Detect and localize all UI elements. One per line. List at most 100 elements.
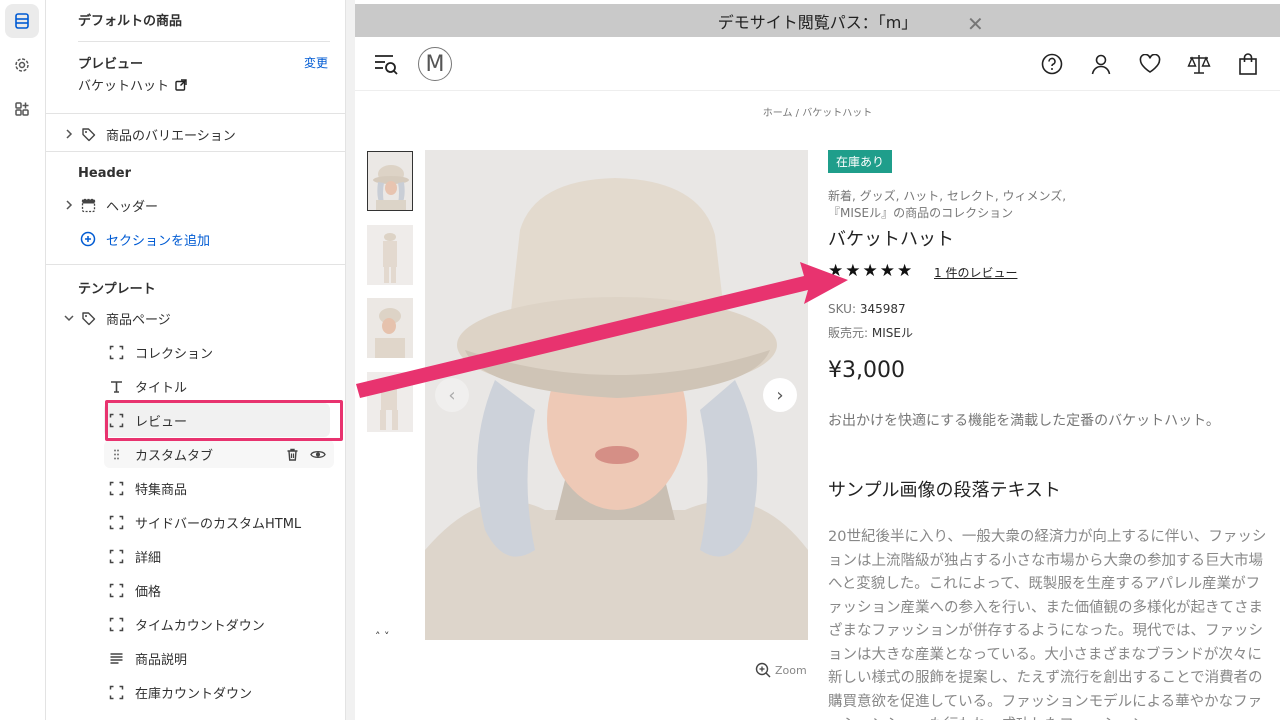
sku-row: SKU: 345987 [828, 302, 906, 316]
block-label: 詳細 [135, 550, 162, 566]
review-count-link[interactable]: 1 件のレビュー [934, 264, 1017, 281]
block-icon [108, 582, 124, 598]
preview-product-name: バケットハット [78, 79, 170, 94]
block-row[interactable]: 価格 [46, 577, 345, 603]
block-row[interactable]: タイムカウントダウン [46, 611, 345, 637]
product-page-label: 商品ページ [106, 312, 171, 328]
tag-icon [80, 126, 96, 142]
add-section-label: セクションを追加 [106, 233, 211, 249]
breadcrumb[interactable]: ホーム / バケットハット [355, 104, 1280, 119]
template-title: テンプレート [78, 282, 156, 297]
tags-line[interactable]: 『MISEル』の商品のコレクション [828, 205, 1268, 222]
product-short-description: お出かけを快適にする機能を満載した定番のバケットハット。 [828, 413, 1220, 429]
demo-banner: デモサイト閲覧パス：「m」 ✕ [355, 4, 1280, 37]
trash-icon[interactable] [284, 446, 300, 462]
product-page-row[interactable]: 商品ページ [46, 305, 345, 331]
chevron-down-icon[interactable] [64, 313, 74, 323]
sku-label: SKU: [828, 302, 856, 316]
demo-banner-text: デモサイト閲覧パス：「m」 [717, 12, 918, 32]
product-price: ¥3,000 [828, 358, 905, 383]
wishlist-heart-icon[interactable] [1137, 51, 1163, 77]
sample-paragraph: 20世紀後半に入り、一般大衆の経済力が向上するに伴い、ファッションは上流階級が独… [828, 529, 1267, 720]
product-thumbnail[interactable] [367, 225, 413, 285]
storefront-preview: デモサイト閲覧パス：「m」 ✕ M ホーム / バケットハット ˄ ˅ ‹ › … [355, 0, 1280, 720]
stock-badge: 在庫あり [828, 150, 893, 173]
header-layout-icon [80, 197, 96, 213]
rating-stars: ★★★★★ [828, 261, 915, 281]
divider [46, 113, 345, 114]
divider [46, 264, 345, 265]
thumbnail-scroll-arrows[interactable]: ˄ ˅ [375, 630, 390, 643]
chevron-right-icon[interactable] [64, 129, 74, 139]
block-label: コレクション [135, 346, 214, 362]
editor-panel: デフォルトの商品 プレビュー 変更 バケットハット 商品のバリエーション Hea… [46, 0, 346, 720]
menu-search-icon[interactable] [373, 51, 399, 77]
cart-bag-icon[interactable] [1235, 51, 1261, 77]
paragraph-icon [108, 650, 124, 666]
apps-icon[interactable] [5, 92, 39, 126]
block-icon [108, 514, 124, 530]
variations-label: 商品のバリエーション [106, 128, 236, 144]
image-prev-arrow-icon[interactable]: ‹ [435, 378, 469, 412]
block-label: 価格 [135, 584, 162, 600]
plus-circle-icon [80, 231, 96, 247]
panel-title: デフォルトの商品 [78, 14, 183, 29]
close-icon[interactable]: ✕ [967, 12, 984, 36]
external-link-icon[interactable] [175, 78, 187, 91]
image-next-arrow-icon[interactable]: › [763, 378, 797, 412]
block-icon [108, 548, 124, 564]
product-thumbnail[interactable] [367, 372, 413, 432]
block-label: 在庫カウントダウン [135, 686, 253, 702]
product-main-image[interactable]: ‹ › [425, 150, 808, 640]
preview-change-link[interactable]: 変更 [304, 54, 328, 71]
header-section-title: Header [78, 166, 132, 181]
tags-line[interactable]: 新着, グッズ, ハット, セレクト, ウィメンズ, [828, 188, 1268, 205]
preview-product[interactable]: バケットハット [78, 75, 187, 94]
block-row[interactable]: サイドバーのカスタムHTML [46, 509, 345, 535]
header-item-row[interactable]: ヘッダー [46, 192, 345, 218]
block-label: サイドバーのカスタムHTML [135, 516, 302, 532]
block-row-hovered[interactable]: カスタムタブ [46, 441, 345, 467]
block-icon [108, 480, 124, 496]
product-tags: 新着, グッズ, ハット, セレクト, ウィメンズ, 『MISEル』の商品のコレ… [828, 188, 1268, 222]
sample-heading: サンプル画像の段落テキスト [828, 480, 1061, 501]
vendor-value: MISEル [871, 326, 913, 340]
block-row[interactable]: コレクション [46, 339, 345, 365]
block-label: 商品説明 [135, 652, 188, 668]
editor-icon-rail [0, 0, 46, 720]
add-section-button[interactable]: セクションを追加 [46, 226, 345, 252]
variations-row[interactable]: 商品のバリエーション [46, 121, 345, 147]
store-header: M [355, 37, 1280, 91]
drag-handle-icon[interactable] [108, 446, 124, 462]
product-thumbnail[interactable] [367, 298, 413, 358]
product-thumbnail[interactable] [367, 151, 413, 211]
store-logo[interactable]: M [418, 47, 452, 81]
preview-label: プレビュー [78, 57, 144, 72]
account-icon[interactable] [1088, 51, 1114, 77]
zoom-label: Zoom [775, 663, 807, 677]
block-row[interactable]: 詳細 [46, 543, 345, 569]
block-row[interactable]: タイトル [46, 373, 345, 399]
block-label: カスタムタブ [135, 448, 214, 464]
settings-gear-icon[interactable] [5, 48, 39, 82]
compare-scale-icon[interactable] [1186, 51, 1212, 77]
annotation-highlight-box [105, 400, 343, 441]
block-label: タイムカウントダウン [135, 618, 265, 634]
block-icon [108, 344, 124, 360]
block-row[interactable]: 在庫カウントダウン [46, 679, 345, 705]
eye-icon[interactable] [310, 446, 326, 462]
block-label: タイトル [135, 380, 188, 396]
tag-icon [80, 310, 96, 326]
vendor-row: 販売元: MISEル [828, 324, 913, 341]
zoom-control[interactable]: Zoom [755, 662, 807, 678]
block-label: 特集商品 [135, 482, 188, 498]
zoom-icon [755, 662, 771, 678]
block-icon [108, 616, 124, 632]
help-icon[interactable] [1039, 51, 1065, 77]
chevron-right-icon[interactable] [64, 200, 74, 210]
divider [46, 151, 345, 152]
block-row[interactable]: 商品説明 [46, 645, 345, 671]
header-item-label: ヘッダー [106, 199, 159, 215]
block-row[interactable]: 特集商品 [46, 475, 345, 501]
sections-icon[interactable] [5, 4, 39, 38]
